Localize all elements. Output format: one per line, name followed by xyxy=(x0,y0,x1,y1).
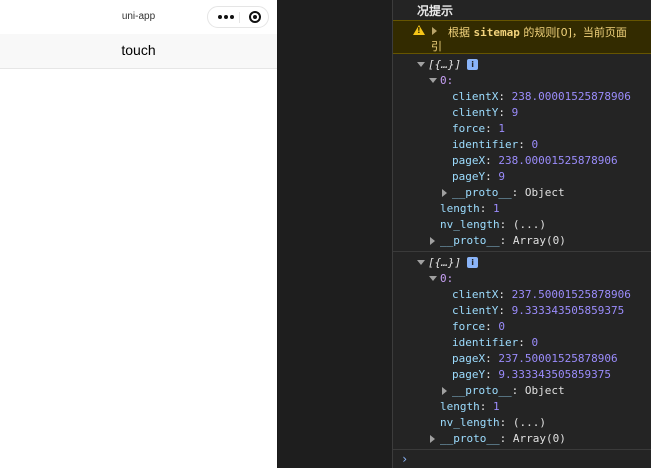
collapse-arrow-icon[interactable] xyxy=(417,260,425,265)
collapse-arrow-icon[interactable] xyxy=(417,62,425,67)
proto-row[interactable]: __proto__: Object xyxy=(442,185,565,201)
status-bar: uni-app xyxy=(0,0,277,34)
log-index-row[interactable]: 0: xyxy=(429,271,453,287)
length-row: length: 1 xyxy=(440,400,500,413)
console-header-title: 况提示 xyxy=(417,4,454,18)
field-row: clientX: 238.00001525878906 xyxy=(452,90,631,103)
phone-simulator: uni-app touch xyxy=(0,0,277,468)
expand-arrow-icon[interactable] xyxy=(430,237,435,245)
proto-row[interactable]: __proto__: Object xyxy=(442,383,565,399)
field-row: clientY: 9 xyxy=(452,106,519,119)
warning-text-line2: 引 xyxy=(431,40,442,53)
collapse-arrow-icon[interactable] xyxy=(429,78,437,83)
expand-arrow-icon[interactable] xyxy=(442,387,447,395)
field-row: clientX: 237.50001525878906 xyxy=(452,288,631,301)
prompt-separator xyxy=(393,449,651,450)
proto-row[interactable]: __proto__: Array(0) xyxy=(430,431,566,447)
nv-length-row[interactable]: nv_length: (...) xyxy=(440,217,546,233)
field-row: identifier: 0 xyxy=(452,138,539,151)
warning-icon xyxy=(413,25,425,35)
collapse-arrow-icon[interactable] xyxy=(429,276,437,281)
log-index-row[interactable]: 0: xyxy=(429,73,453,89)
field-row: pageY: 9.333343505859375 xyxy=(452,368,611,381)
console-header: 况提示 xyxy=(393,0,651,20)
field-row: identifier: 0 xyxy=(452,336,539,349)
field-row: pageY: 9 xyxy=(452,170,505,183)
log-summary[interactable]: [{…}] i xyxy=(417,57,479,73)
warning-message[interactable]: 根据 sitemap 的规则[0]，当前页面 引 xyxy=(393,20,651,54)
length-row: length: 1 xyxy=(440,202,500,215)
field-row: force: 1 xyxy=(452,122,505,135)
field-row: pageX: 238.00001525878906 xyxy=(452,154,618,167)
close-circle-icon[interactable] xyxy=(249,11,261,23)
info-icon: i xyxy=(467,257,479,268)
console-prompt[interactable]: › xyxy=(401,452,408,466)
mini-program-capsule xyxy=(207,6,269,28)
expand-arrow-icon[interactable] xyxy=(430,435,435,443)
page-title: touch xyxy=(121,42,156,58)
devtools-console: 况提示 根据 sitemap 的规则[0]，当前页面 引 [{…}]i 0: c… xyxy=(393,0,651,468)
log-summary[interactable]: [{…}] i xyxy=(417,255,479,271)
info-icon: i xyxy=(467,59,479,70)
expand-arrow-icon[interactable] xyxy=(432,27,437,35)
log-separator xyxy=(393,251,651,252)
capsule-divider xyxy=(239,12,240,23)
nv-length-row[interactable]: nv_length: (...) xyxy=(440,415,546,431)
field-row: clientY: 9.333343505859375 xyxy=(452,304,625,317)
proto-row[interactable]: __proto__: Array(0) xyxy=(430,233,566,249)
warning-text-line1: 根据 sitemap 的规则[0]，当前页面 xyxy=(448,26,627,39)
editor-area xyxy=(278,0,392,468)
expand-arrow-icon[interactable] xyxy=(442,189,447,197)
page-content[interactable] xyxy=(0,69,277,468)
field-row: force: 0 xyxy=(452,320,505,333)
navigation-bar: touch xyxy=(0,34,277,69)
field-row: pageX: 237.50001525878906 xyxy=(452,352,618,365)
more-icon[interactable] xyxy=(214,7,238,27)
